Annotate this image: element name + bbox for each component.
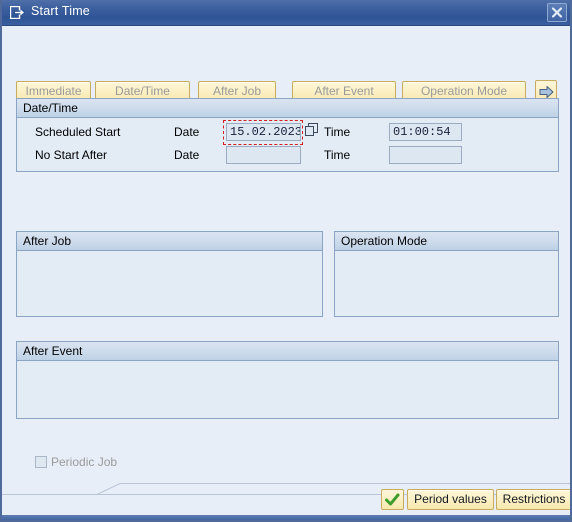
date-time-group-title: Date/Time — [17, 99, 558, 118]
no-start-after-label: No Start After — [35, 148, 108, 162]
after-event-group: After Event — [16, 341, 559, 419]
operation-mode-group-title: Operation Mode — [335, 232, 558, 251]
scheduled-start-date-input[interactable]: 15.02.2023 — [226, 123, 301, 141]
periodic-job-label: Periodic Job — [51, 455, 118, 469]
after-job-group-body[interactable] — [17, 251, 322, 316]
scheduled-start-time-input[interactable]: 01:00:54 — [389, 123, 462, 141]
window-title: Start Time — [31, 4, 90, 18]
close-icon[interactable] — [547, 3, 567, 22]
start-time-dialog: Start Time Immediate Date/Time After Job… — [0, 0, 572, 522]
restrictions-button[interactable]: Restrictions — [496, 489, 570, 510]
no-start-after-time-label: Time — [324, 148, 351, 162]
after-job-group: After Job — [16, 231, 323, 317]
confirm-button[interactable] — [381, 489, 404, 510]
window-bottom-strip — [2, 515, 570, 520]
period-values-button[interactable]: Period values — [407, 489, 494, 510]
start-time-toolbar: Immediate Date/Time After Job After Even… — [2, 27, 570, 103]
operation-mode-group-body[interactable] — [335, 251, 558, 316]
periodic-job-checkbox[interactable]: Periodic Job — [35, 455, 117, 469]
no-start-after-date-label: Date — [174, 148, 200, 162]
after-job-group-title: After Job — [17, 232, 322, 251]
after-event-group-title: After Event — [17, 342, 558, 361]
operation-mode-group: Operation Mode — [334, 231, 559, 317]
after-event-group-body[interactable] — [17, 361, 558, 418]
scheduled-start-label: Scheduled Start — [35, 125, 121, 139]
value-help-icon[interactable] — [305, 123, 318, 136]
scheduled-start-time-label: Time — [324, 125, 351, 139]
no-start-after-time-input[interactable] — [389, 146, 462, 164]
title-bar: Start Time — [2, 0, 570, 26]
export-window-icon — [9, 5, 25, 20]
scheduled-start-date-label: Date — [174, 125, 200, 139]
checkbox-box-icon — [35, 456, 47, 468]
no-start-after-date-input[interactable] — [226, 146, 301, 164]
